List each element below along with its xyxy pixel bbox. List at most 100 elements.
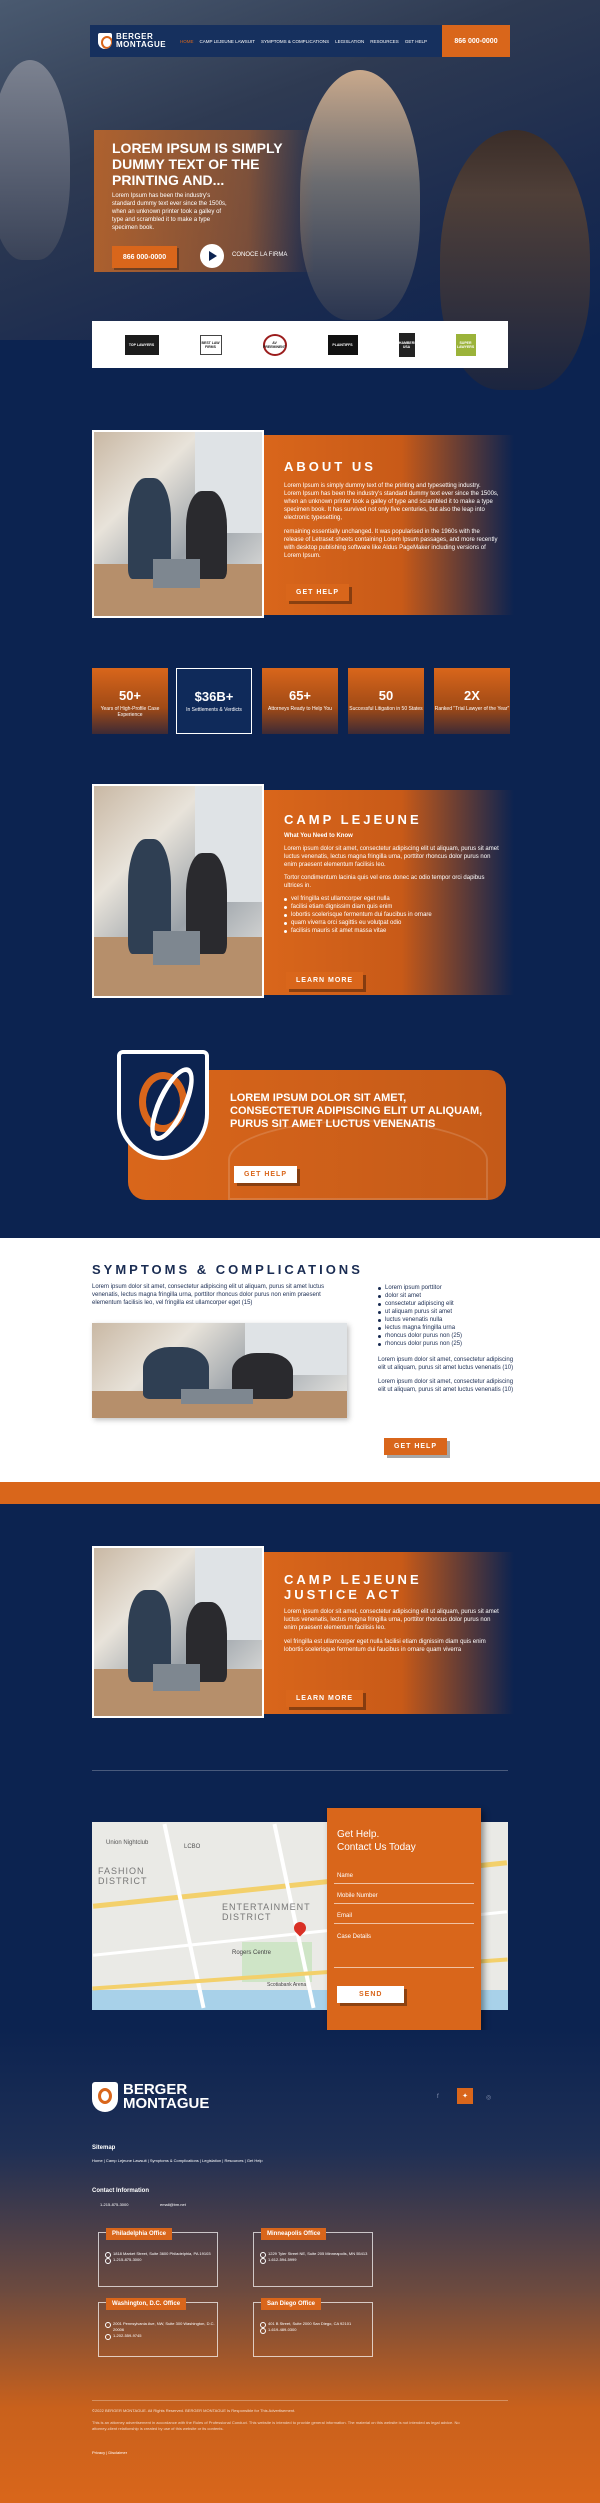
- lejeune-learn-more-button[interactable]: LEARN MORE: [286, 972, 364, 989]
- stat-card: $36B+ In Settlements & Verdicts: [176, 668, 252, 734]
- office-name: Washington, D.C. Office: [106, 2298, 187, 2310]
- stat-label: Attorneys Ready to Help You: [268, 706, 332, 712]
- footer-phone[interactable]: 1-215-875-3000: [100, 2202, 128, 2208]
- office-card: Philadelphia Office 1818 Market Street, S…: [98, 2228, 218, 2287]
- footer-privacy-links[interactable]: Privacy | Disclaimer: [92, 2450, 127, 2456]
- lejeune-bullet: vel fringilla est ullamcorper eget nulla: [284, 895, 514, 903]
- lejeune-bullet: facilisi etiam dignissim diam quis enim: [284, 903, 514, 911]
- map-label: ENTERTAINMENT DISTRICT: [222, 1902, 311, 1922]
- map-label: Scotiabank Arena: [267, 1982, 307, 1988]
- stat-card: 50+ Years of High-Profile Case Experience: [92, 668, 168, 734]
- mobile-field[interactable]: Mobile Number: [334, 1884, 474, 1904]
- stat-value: 2X: [464, 688, 480, 703]
- lejeune-photo: [92, 784, 264, 998]
- map-label: Union Nightclub: [106, 1840, 149, 1846]
- stat-card: 2X Ranked "Trial Lawyer of the Year": [434, 668, 510, 734]
- about-paragraph-2: remaining essentially unchanged. It was …: [284, 529, 498, 559]
- form-title-line1: Get Help.: [337, 1829, 380, 1840]
- case-details-field[interactable]: Case Details: [334, 1924, 474, 1968]
- orange-divider: [0, 1482, 600, 1504]
- footer: BERGER MONTAGUE f ✦ ◎ Sitemap Home | Camp…: [0, 2030, 600, 2503]
- stat-label: Years of High-Profile Case Experience: [100, 706, 160, 718]
- about-photo: [92, 430, 264, 618]
- symptom-item: rhoncus dolor purus non (25): [378, 1332, 518, 1340]
- office-card: Minneapolis Office 1229 Tyler Street NE, …: [253, 2228, 373, 2287]
- award-badge: TOP LAWYERS: [124, 334, 159, 355]
- office-address: 2001 Pennsylvania Ave, NW, Suite 300 Was…: [99, 2321, 217, 2333]
- logo-line2: MONTAGUE: [116, 40, 167, 49]
- lejeune-bullet: lobortis scelerisque fermentum dui fauci…: [284, 911, 514, 919]
- lejeune-bullet: facilisis mauris sit amet massa vitae: [284, 927, 514, 935]
- office-phone: 1-612-594-5999: [254, 2257, 372, 2264]
- stat-label: In Settlements & Verdicts: [186, 707, 242, 713]
- footer-copyright: ©2022 BERGER MONTAGUE. All Rights Reserv…: [92, 2408, 296, 2413]
- nav-resources[interactable]: RESOURCES: [370, 39, 399, 44]
- stat-value: 50+: [118, 688, 142, 703]
- banner-get-help-button[interactable]: GET HELP: [234, 1166, 298, 1183]
- act-paragraph-1: Lorem ipsum dolor sit amet, consectetur …: [284, 1609, 499, 1631]
- office-card: Washington, D.C. Office 2001 Pennsylvania…: [98, 2298, 218, 2357]
- footer-disclaimer: This is an attorney advertisement in acc…: [92, 2420, 460, 2431]
- award-badge: SUPER LAWYERS: [455, 333, 476, 356]
- shield-emblem-icon: [117, 1050, 209, 1160]
- symptoms-photo: [92, 1323, 347, 1418]
- name-field[interactable]: Name: [334, 1864, 474, 1884]
- hero-phone-button[interactable]: 866 000-0000: [112, 246, 177, 268]
- top-navigation: BERGER MONTAGUE HOME CAMP LEJEUNE LAWSUIT…: [90, 25, 510, 57]
- nav-home[interactable]: HOME: [180, 39, 194, 44]
- video-label[interactable]: CONOCE LA FIRMA: [232, 252, 287, 258]
- hero-title: LOREM IPSUM IS SIMPLY DUMMY TEXT OF THE …: [112, 140, 283, 188]
- about-title: ABOUT US: [284, 459, 376, 474]
- stat-value: $36B+: [194, 689, 234, 704]
- section-divider: [92, 1770, 508, 1771]
- office-name: Philadelphia Office: [106, 2228, 173, 2240]
- office-phone: 1-202-559-9745: [99, 2333, 217, 2340]
- nav-phone-button[interactable]: 866 000-0000: [442, 25, 510, 57]
- symptoms-intro: Lorem ipsum dolor sit amet, consectetur …: [92, 1284, 325, 1306]
- act-paragraph-2: vel fringilla est ullamcorper eget nulla…: [284, 1639, 486, 1653]
- stat-card: 65+ Attorneys Ready to Help You: [262, 668, 338, 734]
- office-name: Minneapolis Office: [261, 2228, 327, 2240]
- hero-photo-person: [0, 60, 70, 260]
- about-get-help-button[interactable]: GET HELP: [286, 584, 350, 601]
- symptoms-get-help-button[interactable]: GET HELP: [384, 1438, 448, 1455]
- instagram-icon[interactable]: ◎: [486, 2094, 491, 2101]
- twitter-icon[interactable]: ✦: [457, 2088, 473, 2104]
- lejeune-paragraph-2: Tortor condimentum lacinia quis vel eros…: [284, 875, 485, 889]
- play-video-icon[interactable]: [200, 244, 224, 268]
- brand-logo[interactable]: BERGER MONTAGUE: [90, 33, 180, 49]
- lejeune-subtitle: What You Need to Know: [284, 833, 353, 839]
- map-label: LCBO: [184, 1844, 201, 1850]
- form-title-line2: Contact Us Today: [337, 1842, 416, 1853]
- stat-value: 50: [378, 688, 394, 703]
- award-badge: PLAINTIFFS: [327, 334, 358, 355]
- about-paragraph-1: Lorem Ipsum is simply dummy text of the …: [284, 483, 499, 521]
- nav-camp-lejeune-lawsuit[interactable]: CAMP LEJEUNE LAWSUIT: [200, 39, 256, 44]
- contact-title: Contact Information: [92, 2188, 149, 2194]
- contact-form: Get Help. Contact Us Today Name Mobile N…: [327, 1808, 481, 2031]
- award-badge: AV PREEMINENT: [262, 333, 287, 356]
- footer-email[interactable]: email@bm.net: [160, 2202, 186, 2208]
- shield-logo-icon: [98, 33, 112, 49]
- stat-value: 65+: [288, 688, 312, 703]
- facebook-icon[interactable]: f: [437, 2094, 439, 2100]
- send-button[interactable]: SEND: [337, 1986, 405, 2003]
- hero-text: Lorem Ipsum has been the industry's stan…: [112, 193, 227, 231]
- stat-card: 50 Successful Litigation in 50 States: [348, 668, 424, 734]
- map-label: FASHION DISTRICT: [98, 1866, 148, 1886]
- symptom-item: lectus magna fringilla urna: [378, 1324, 518, 1332]
- email-field[interactable]: Email: [334, 1904, 474, 1924]
- nav-symptoms[interactable]: SYMPTOMS & COMPLICATIONS: [261, 39, 329, 44]
- symptom-item: luctus venenatis nulla: [378, 1316, 518, 1324]
- awards-bar: TOP LAWYERS BEST LAW FIRMS AV PREEMINENT…: [92, 321, 508, 368]
- lejeune-paragraph-1: Lorem ipsum dolor sit amet, consectetur …: [284, 846, 499, 868]
- footer-logo[interactable]: BERGER MONTAGUE: [92, 2082, 209, 2112]
- nav-get-help[interactable]: GET HELP: [405, 39, 427, 44]
- sitemap-links[interactable]: Home | Camp Lejeune Lawsuit | Symptoms &…: [92, 2158, 263, 2164]
- symptoms-paragraph-2: Lorem ipsum dolor sit amet, consectetur …: [378, 1357, 514, 1371]
- hero-photo-person: [300, 70, 420, 320]
- nav-legislation[interactable]: LEGISLATION: [335, 39, 364, 44]
- lejeune-card: CAMP LEJEUNE What You Need to Know Lorem…: [264, 790, 514, 995]
- act-learn-more-button[interactable]: LEARN MORE: [286, 1690, 364, 1707]
- symptoms-section: SYMPTOMS & COMPLICATIONS Lorem ipsum dol…: [0, 1238, 600, 1482]
